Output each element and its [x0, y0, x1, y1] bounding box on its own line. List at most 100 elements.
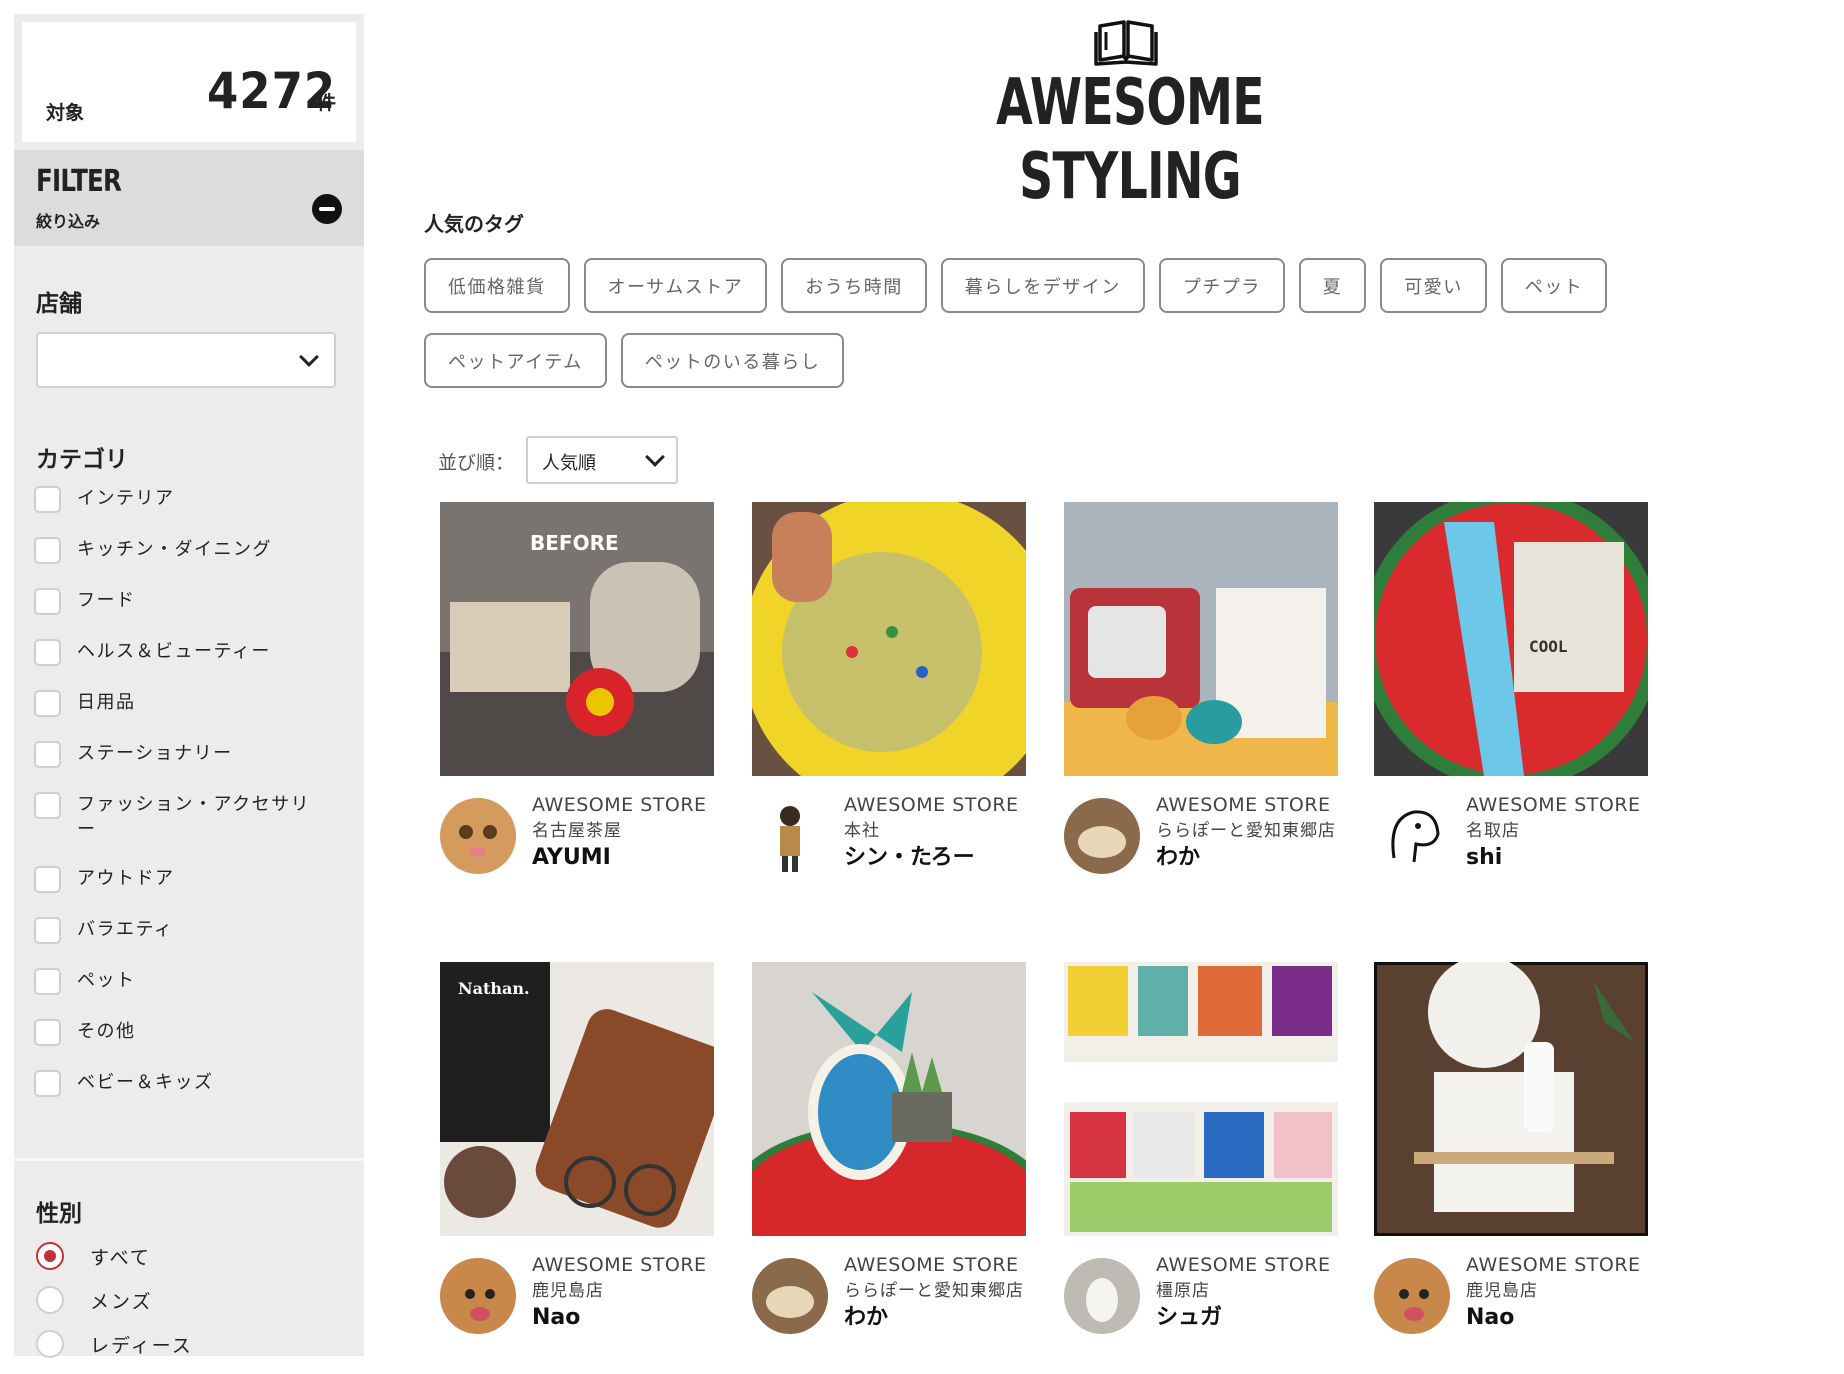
category-section-title: カテゴリ [36, 447, 128, 473]
user-name[interactable]: わか [844, 1304, 1034, 1331]
gender-option-mens[interactable]: メンズ [36, 1286, 193, 1314]
user-name[interactable]: わか [1156, 844, 1346, 871]
post-thumbnail[interactable] [1064, 502, 1338, 776]
post-thumbnail[interactable] [752, 502, 1026, 776]
category-checkbox[interactable] [34, 866, 61, 893]
user-name[interactable]: shi [1466, 844, 1656, 871]
user-avatar[interactable] [1374, 798, 1450, 874]
category-item[interactable]: ステーショナリー [34, 741, 354, 768]
category-checkbox[interactable] [34, 486, 61, 513]
user-name[interactable]: Nao [532, 1304, 722, 1331]
filter-subtitle: 絞り込み [36, 212, 101, 231]
tag-button[interactable]: ペットのいる暮らし [620, 333, 845, 388]
user-avatar[interactable] [440, 798, 516, 874]
user-name[interactable]: Nao [1466, 1304, 1656, 1331]
post-meta: AWESOME STORE 鹿児島店 Nao [532, 1252, 722, 1331]
tag-button[interactable]: オーサムストア [583, 258, 768, 313]
category-checkbox[interactable] [34, 917, 61, 944]
post-thumbnail[interactable]: BEFORE [440, 502, 714, 776]
store-name: AWESOME STORE [1466, 1254, 1641, 1276]
count-label: 対象 [46, 102, 85, 124]
user-name[interactable]: シン・たろー [844, 844, 1034, 871]
post-thumbnail[interactable] [752, 962, 1026, 1236]
post-thumbnail[interactable] [1064, 962, 1338, 1236]
category-item[interactable]: アウトドア [34, 866, 354, 893]
post-meta: AWESOME STORE 橿原店 シュガ [1156, 1252, 1346, 1331]
filter-toggle-bar[interactable]: FILTER 絞り込み [14, 150, 364, 246]
open-book-icon [1094, 20, 1158, 66]
sort-label: 並び順： [438, 452, 515, 474]
tag-button[interactable]: おうち時間 [781, 258, 927, 313]
category-item[interactable]: バラエティ [34, 917, 354, 944]
store-name: AWESOME STORE [1466, 794, 1641, 816]
branch-name: ららぽーと愛知東郷店 [1156, 821, 1336, 841]
svg-text:COOL: COOL [1529, 637, 1568, 656]
post-meta: AWESOME STORE ららぽーと愛知東郷店 わか [1156, 792, 1346, 871]
branch-name: 名古屋茶屋 [532, 821, 622, 841]
category-label: フード [77, 590, 136, 611]
post-thumbnail[interactable]: Nathan. [440, 962, 714, 1236]
tag-button[interactable]: ペット [1500, 258, 1608, 313]
tag-button[interactable]: ペットアイテム [424, 333, 607, 388]
store-name: AWESOME STORE [1156, 1254, 1331, 1276]
category-checkbox[interactable] [34, 1019, 61, 1046]
category-checkbox[interactable] [34, 1070, 61, 1097]
category-checkbox[interactable] [34, 741, 61, 768]
category-label: インテリア [77, 488, 175, 509]
brand-title[interactable]: AWESOME STYLING [938, 66, 1323, 214]
category-item[interactable]: ペット [34, 968, 354, 995]
branch-name: ららぽーと愛知東郷店 [844, 1281, 1024, 1301]
category-checkbox[interactable] [34, 690, 61, 717]
sort-select[interactable]: 人気順 [526, 436, 678, 484]
user-avatar[interactable] [1064, 798, 1140, 874]
post-meta: AWESOME STORE 本社 シン・たろー [844, 792, 1034, 871]
radio-selected[interactable] [36, 1242, 64, 1270]
tag-button[interactable]: プチプラ [1158, 258, 1285, 313]
radio-button[interactable] [36, 1330, 64, 1358]
category-item[interactable]: ベビー＆キッズ [34, 1070, 354, 1097]
category-checkbox[interactable] [34, 639, 61, 666]
branch-name: 本社 [844, 821, 880, 841]
post-meta: AWESOME STORE 名取店 shi [1466, 792, 1656, 871]
category-item[interactable]: キッチン・ダイニング [34, 537, 354, 564]
store-select[interactable] [36, 332, 336, 388]
gender-option-ladies[interactable]: レディース [36, 1330, 193, 1358]
branch-name: 橿原店 [1156, 1281, 1210, 1301]
gender-section-title: 性別 [36, 1201, 82, 1227]
gender-option-all[interactable]: すべて [36, 1242, 193, 1270]
branch-name: 名取店 [1466, 821, 1520, 841]
category-checkbox[interactable] [34, 537, 61, 564]
category-checkbox[interactable] [34, 792, 61, 819]
category-checkbox[interactable] [34, 588, 61, 615]
tag-button[interactable]: 可愛い [1380, 258, 1487, 313]
tag-button[interactable]: 暮らしをデザイン [940, 258, 1145, 313]
category-checkbox[interactable] [34, 968, 61, 995]
store-section-title: 店舗 [36, 291, 82, 317]
post-thumbnail[interactable]: COOL [1374, 502, 1648, 776]
store-name: AWESOME STORE [844, 794, 1019, 816]
user-avatar[interactable] [752, 1258, 828, 1334]
svg-text:BEFORE: BEFORE [530, 531, 619, 555]
category-item[interactable]: ヘルス＆ビューティー [34, 639, 354, 666]
category-item[interactable]: その他 [34, 1019, 354, 1046]
user-avatar[interactable] [752, 798, 828, 874]
category-label: ファッション・アクセサリー [77, 794, 311, 840]
collapse-minus-icon[interactable] [312, 194, 342, 224]
category-item[interactable]: ファッション・アクセサリー [34, 792, 354, 842]
tag-button[interactable]: 夏 [1298, 258, 1367, 313]
user-name[interactable]: シュガ [1156, 1304, 1346, 1331]
popular-tags-heading: 人気のタグ [424, 212, 524, 236]
category-item[interactable]: 日用品 [34, 690, 354, 717]
user-avatar[interactable] [1374, 1258, 1450, 1334]
user-avatar[interactable] [440, 1258, 516, 1334]
category-item[interactable]: フード [34, 588, 354, 615]
gender-label: すべて [90, 1246, 151, 1269]
radio-button[interactable] [36, 1286, 64, 1314]
category-item[interactable]: インテリア [34, 486, 354, 513]
count-unit: 件 [317, 92, 337, 114]
post-thumbnail[interactable] [1374, 962, 1648, 1236]
user-avatar[interactable] [1064, 1258, 1140, 1334]
user-name[interactable]: AYUMI [532, 844, 722, 871]
tag-button[interactable]: 低価格雑貨 [424, 258, 570, 313]
store-name: AWESOME STORE [532, 1254, 707, 1276]
